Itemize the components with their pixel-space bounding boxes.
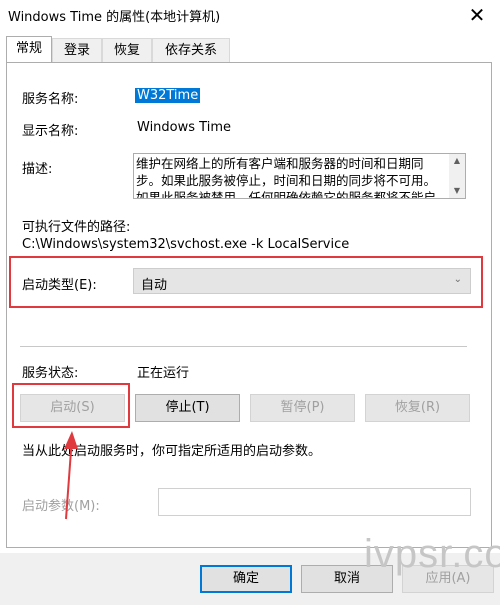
annotation-arrow (64, 431, 78, 520)
ok-button[interactable]: 确定 (200, 565, 292, 593)
properties-window: Windows Time 的属性(本地计算机) ✕ 常规 登录 恢复 依存关系 … (0, 0, 500, 605)
watermark: ivpsr.com (364, 532, 500, 576)
